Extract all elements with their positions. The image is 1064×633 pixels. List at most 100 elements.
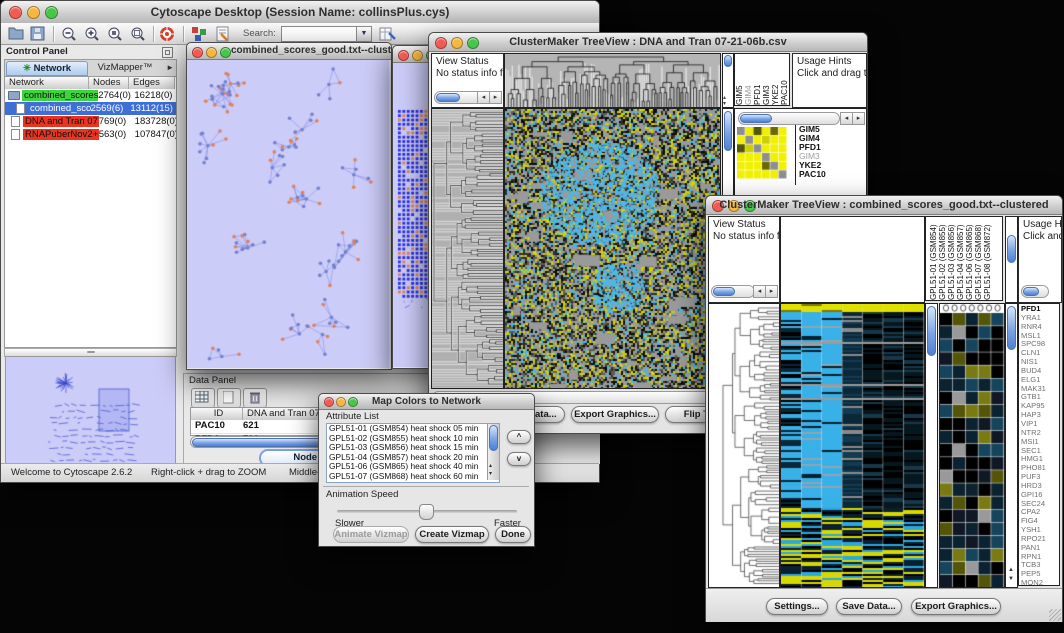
usage-hscroll[interactable] [1021, 285, 1049, 298]
search-dropdown-arrow[interactable]: ▼ [356, 26, 372, 42]
done-button[interactable]: Done [495, 526, 531, 543]
annotation-icon[interactable] [215, 26, 231, 42]
column-label[interactable]: GIM3 [762, 56, 771, 105]
network-overview-canvas[interactable] [5, 356, 176, 464]
column-label[interactable]: GPL51-07 (GSM868) [974, 219, 983, 300]
zoom-out-icon[interactable] [61, 26, 77, 42]
view-status-text: No status info f [709, 231, 779, 243]
column-label[interactable]: GPL51-06 (GSM865) [965, 219, 974, 300]
heatmap-vscroll[interactable] [925, 303, 938, 588]
column-label[interactable]: PAC10 [780, 56, 789, 105]
minimize-button[interactable] [206, 47, 217, 58]
column-label[interactable]: GPL51-08 (GSM872) [983, 219, 992, 300]
export-graphics-button[interactable]: Export Graphics... [571, 406, 659, 423]
column-label[interactable]: YKE2 [771, 56, 780, 105]
move-up-button[interactable]: ^ [507, 430, 531, 444]
gene-list-vscroll[interactable]: ▲ ▼ [1005, 303, 1018, 588]
network-graph-canvas[interactable] [187, 60, 389, 368]
save-data-button[interactable]: Save Data... [836, 598, 902, 615]
doc-icon [11, 129, 20, 140]
network-table-row[interactable]: RNAPuberNov2+563(0)107847(0) [5, 128, 176, 141]
status-hint-middle: Middle- [289, 467, 320, 478]
create-vizmap-button[interactable]: Create Vizmap [415, 526, 489, 543]
column-label[interactable]: GIM5 [735, 56, 744, 105]
col-header-nodes[interactable]: Nodes [89, 77, 129, 89]
settings-button[interactable]: Settings... [766, 598, 828, 615]
column-label[interactable]: GIM4 [744, 56, 753, 105]
tab-vizmapper[interactable]: VizMapper™ [89, 61, 161, 74]
zoom-window-button[interactable] [220, 47, 231, 58]
delete-attribute-trash-icon[interactable] [243, 388, 267, 408]
network-view-window: combined_scores_good.txt--cluste... [186, 42, 392, 370]
vizmap-icon[interactable] [191, 26, 207, 42]
scroll-right-arrow[interactable]: ▸ [765, 285, 778, 298]
zoom-in-icon[interactable] [84, 26, 100, 42]
export-graphics-button[interactable]: Export Graphics... [911, 598, 1001, 615]
close-button[interactable] [398, 50, 409, 61]
attribute-list-vscroll[interactable]: ▴ ▾ [487, 424, 499, 480]
zoom-hscroll[interactable] [738, 112, 840, 125]
close-button[interactable] [192, 47, 203, 58]
gene-dendrogram-canvas[interactable] [708, 303, 780, 588]
correlation-matrix-canvas[interactable] [737, 127, 787, 179]
attribute-item[interactable]: GPL51-07 (GSM868) heat shock 60 min [327, 472, 499, 482]
dialog-titlebar[interactable]: Map Colors to Network [319, 394, 534, 410]
column-label[interactable]: GPL51-04 (GSM857) [956, 219, 965, 300]
treeview2-titlebar[interactable]: ClusterMaker TreeView : combined_scores_… [706, 196, 1062, 215]
window-title: Cytoscape Desktop (Session Name: collins… [1, 5, 599, 19]
heatmap-canvas[interactable] [504, 108, 721, 389]
attribute-editor-icon[interactable] [379, 26, 396, 42]
minimize-button[interactable] [412, 50, 423, 61]
window-title: combined_scores_good.txt--cluste... [231, 45, 391, 56]
zoom-heatmap-canvas[interactable] [939, 303, 1005, 588]
tab-overflow-arrow[interactable]: ► [166, 63, 174, 72]
column-label[interactable]: GPL51-03 (GSM856) [947, 219, 956, 300]
tab-network[interactable]: ✳ Network [6, 61, 88, 76]
zoom-selected-icon[interactable] [107, 26, 123, 42]
gene-label-list: PFD1YRA1RNR4MSL1SPC98CLN1NIS1BUD4ELG1MAK… [1018, 303, 1060, 586]
open-session-icon[interactable] [8, 26, 24, 41]
gene-dendrogram-canvas[interactable] [431, 108, 504, 389]
column-dendrogram-area[interactable] [780, 216, 925, 303]
mini-vscroll[interactable]: ▴▾ [722, 53, 734, 108]
move-down-button[interactable]: v [507, 452, 531, 466]
control-panel-title: Control Panel [6, 46, 68, 57]
col-header-network[interactable]: Network [5, 77, 89, 89]
network-table-row[interactable]: combined_sco2569(6)13112(15) [5, 102, 176, 115]
column-label-strip: GIM5GIM4PFD1GIM3YKE2PAC10 [734, 53, 790, 106]
column-label[interactable]: PFD1 [753, 56, 762, 105]
scroll-right-arrow[interactable]: ▸ [489, 91, 502, 104]
network-view-titlebar[interactable]: combined_scores_good.txt--cluste... [187, 43, 391, 60]
save-session-icon[interactable] [30, 26, 45, 41]
speed-slider-thumb[interactable] [419, 504, 434, 520]
col-header-edges[interactable]: Edges [129, 77, 175, 89]
column-label[interactable]: GPL51-02 (GSM855) [938, 219, 947, 300]
toolbar-separator [183, 26, 184, 42]
view-status-panel: View Status No status info f ◂ ▸ [431, 53, 504, 108]
resize-grip[interactable] [1049, 609, 1061, 621]
scroll-right-arrow[interactable]: ▸ [852, 112, 865, 125]
label-vscroll[interactable] [1005, 216, 1018, 303]
row-label[interactable]: PAC10 [799, 170, 826, 179]
usage-hints-title: Usage Hi [1019, 217, 1061, 231]
column-label[interactable]: GPL51-01 (GSM854) [929, 219, 938, 300]
search-input[interactable] [281, 26, 359, 42]
section-divider [323, 486, 529, 487]
column-dendrogram-canvas[interactable] [504, 53, 721, 108]
window-title: ClusterMaker TreeView : DNA and Tran 07-… [429, 36, 867, 48]
treeview1-titlebar[interactable]: ClusterMaker TreeView : DNA and Tran 07-… [429, 33, 867, 52]
network-table-row[interactable]: combined_scores2764(0)16218(0) [5, 89, 176, 102]
gene-label[interactable]: MON2 [1021, 579, 1059, 588]
table-mode-button[interactable] [191, 388, 215, 408]
data-col-id[interactable]: ID [191, 408, 243, 420]
heatmap-canvas[interactable] [780, 303, 925, 588]
float-panel-icon[interactable] [162, 47, 173, 58]
zoom-fit-icon[interactable] [130, 26, 146, 42]
animate-vizmap-button[interactable]: Animate Vizmap [333, 526, 409, 543]
search-label: Search: [243, 28, 276, 39]
new-attribute-button[interactable] [217, 388, 241, 408]
view-status-hscroll[interactable] [711, 285, 755, 298]
main-titlebar[interactable]: Cytoscape Desktop (Session Name: collins… [1, 1, 599, 24]
help-lifebuoy-icon[interactable] [159, 26, 175, 42]
network-table-row[interactable]: DNA and Tran 07769(0)183728(0) [5, 115, 176, 128]
